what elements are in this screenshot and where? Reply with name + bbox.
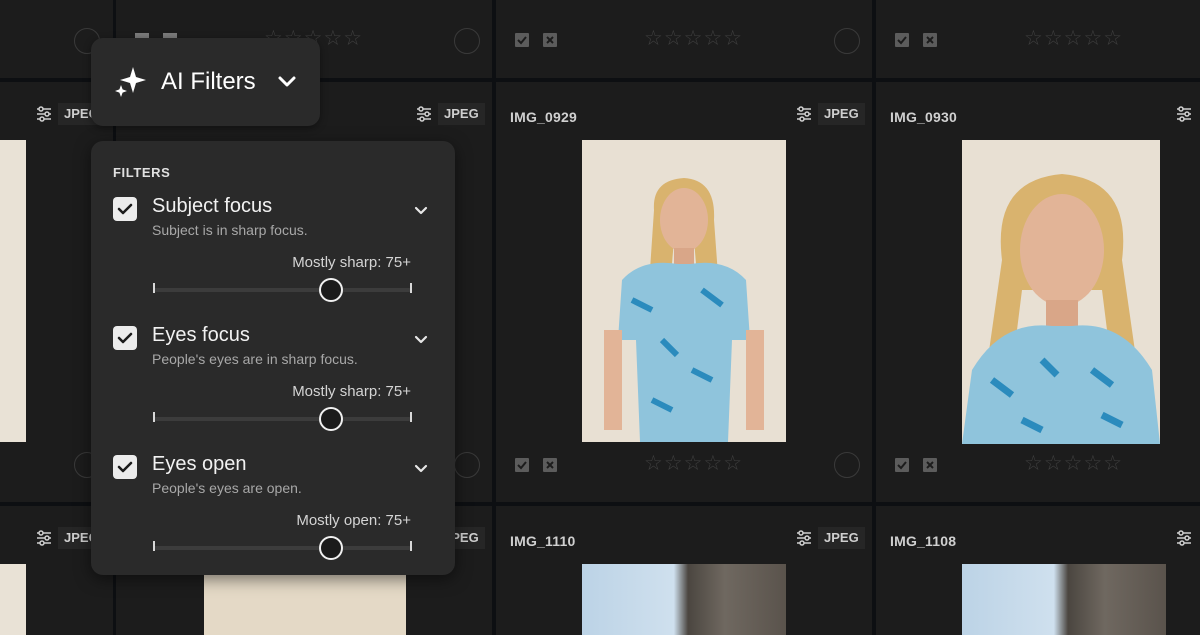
- adjustments-icon[interactable]: [1176, 530, 1192, 546]
- filter-description: People's eyes are open.: [152, 480, 302, 496]
- reject-flag-icon[interactable]: [922, 457, 938, 473]
- photo-thumbnail[interactable]: [0, 140, 26, 442]
- file-name: IMG_0930: [890, 109, 957, 125]
- select-circle[interactable]: [454, 28, 480, 54]
- star-rating[interactable]: ☆☆☆☆☆: [1024, 26, 1123, 50]
- flag-group: [894, 32, 938, 48]
- format-badge: JPEG: [818, 527, 865, 549]
- filter-eyes-open: Eyes open People's eyes are open. Mostly…: [91, 453, 455, 578]
- slider-thumb[interactable]: [319, 278, 344, 302]
- checkmark-icon: [117, 461, 133, 473]
- format-badge: JPEG: [818, 103, 865, 125]
- chevron-down-icon[interactable]: [413, 203, 429, 219]
- reject-flag-icon[interactable]: [922, 32, 938, 48]
- slider-track[interactable]: [153, 288, 411, 292]
- pick-flag-icon[interactable]: [894, 32, 910, 48]
- photo-cell[interactable]: ☆☆☆☆☆: [496, 0, 872, 78]
- photo-thumbnail[interactable]: [582, 140, 786, 442]
- ai-filters-button[interactable]: AI Filters: [91, 38, 320, 126]
- slider-track[interactable]: [153, 417, 411, 421]
- select-circle[interactable]: [834, 452, 860, 478]
- slider-max-tick: [410, 412, 412, 422]
- filter-title: Eyes focus: [152, 324, 250, 346]
- slider-thumb[interactable]: [319, 536, 344, 560]
- filter-description: People's eyes are in sharp focus.: [152, 351, 358, 367]
- slider-value-label: Mostly sharp: 75+: [292, 254, 411, 271]
- filter-title: Subject focus: [152, 195, 273, 217]
- slider-min-tick: [153, 541, 155, 551]
- select-circle[interactable]: [454, 452, 480, 478]
- photo-thumbnail[interactable]: [204, 574, 406, 635]
- chevron-down-icon[interactable]: [276, 71, 298, 93]
- slider-value-label: Mostly sharp: 75+: [292, 383, 411, 400]
- filters-heading: FILTERS: [113, 165, 171, 180]
- pick-flag-icon[interactable]: [514, 32, 530, 48]
- flag-group: [514, 32, 558, 48]
- flag-group: [894, 457, 938, 473]
- select-circle[interactable]: [834, 28, 860, 54]
- photo-thumbnail[interactable]: [962, 564, 1166, 635]
- chevron-down-icon[interactable]: [413, 461, 429, 477]
- slider-max-tick: [410, 283, 412, 293]
- file-name: IMG_1110: [510, 533, 576, 549]
- adjustments-icon[interactable]: [796, 530, 812, 546]
- filter-checkbox[interactable]: [113, 197, 137, 221]
- slider-track[interactable]: [153, 546, 411, 550]
- filter-checkbox[interactable]: [113, 326, 137, 350]
- filter-checkbox[interactable]: [113, 455, 137, 479]
- photo-thumbnail[interactable]: [962, 140, 1160, 444]
- reject-flag-icon[interactable]: [542, 32, 558, 48]
- pick-flag-icon[interactable]: [514, 457, 530, 473]
- adjustments-icon[interactable]: [36, 530, 52, 546]
- filters-panel: FILTERS Subject focus Subject is in shar…: [91, 141, 455, 575]
- photo-cell[interactable]: IMG_1110 JPEG: [496, 506, 872, 635]
- slider-value-label: Mostly open: 75+: [296, 512, 411, 529]
- sparkle-icon: [115, 67, 146, 97]
- photo-cell[interactable]: ☆☆☆☆☆: [876, 0, 1200, 78]
- photo-thumbnail[interactable]: [582, 564, 786, 635]
- file-name: IMG_0929: [510, 109, 577, 125]
- file-name: IMG_1108: [890, 533, 957, 549]
- adjustments-icon[interactable]: [1176, 106, 1192, 122]
- pick-flag-icon[interactable]: [894, 457, 910, 473]
- slider-max-tick: [410, 541, 412, 551]
- photo-thumbnail[interactable]: [0, 564, 26, 635]
- star-rating[interactable]: ☆☆☆☆☆: [644, 26, 743, 50]
- reject-flag-icon[interactable]: [542, 457, 558, 473]
- adjustments-icon[interactable]: [416, 106, 432, 122]
- checkmark-icon: [117, 332, 133, 344]
- photo-cell[interactable]: IMG_0929 JPEG ☆☆☆☆☆: [496, 82, 872, 502]
- slider-min-tick: [153, 412, 155, 422]
- adjustments-icon[interactable]: [36, 106, 52, 122]
- checkmark-icon: [117, 203, 133, 215]
- adjustments-icon[interactable]: [796, 106, 812, 122]
- format-badge: JPEG: [438, 103, 485, 125]
- filter-description: Subject is in sharp focus.: [152, 222, 308, 238]
- chevron-down-icon[interactable]: [413, 332, 429, 348]
- slider-min-tick: [153, 283, 155, 293]
- flag-group: [514, 457, 558, 473]
- star-rating[interactable]: ☆☆☆☆☆: [1024, 451, 1123, 475]
- filter-subject-focus: Subject focus Subject is in sharp focus.…: [91, 195, 455, 320]
- filter-title: Eyes open: [152, 453, 247, 475]
- photo-cell[interactable]: IMG_0930 ☆☆☆☆☆: [876, 82, 1200, 502]
- slider-thumb[interactable]: [319, 407, 344, 431]
- filter-eyes-focus: Eyes focus People's eyes are in sharp fo…: [91, 324, 455, 449]
- star-rating[interactable]: ☆☆☆☆☆: [644, 451, 743, 475]
- photo-cell[interactable]: IMG_1108: [876, 506, 1200, 635]
- ai-filters-label: AI Filters: [161, 68, 256, 95]
